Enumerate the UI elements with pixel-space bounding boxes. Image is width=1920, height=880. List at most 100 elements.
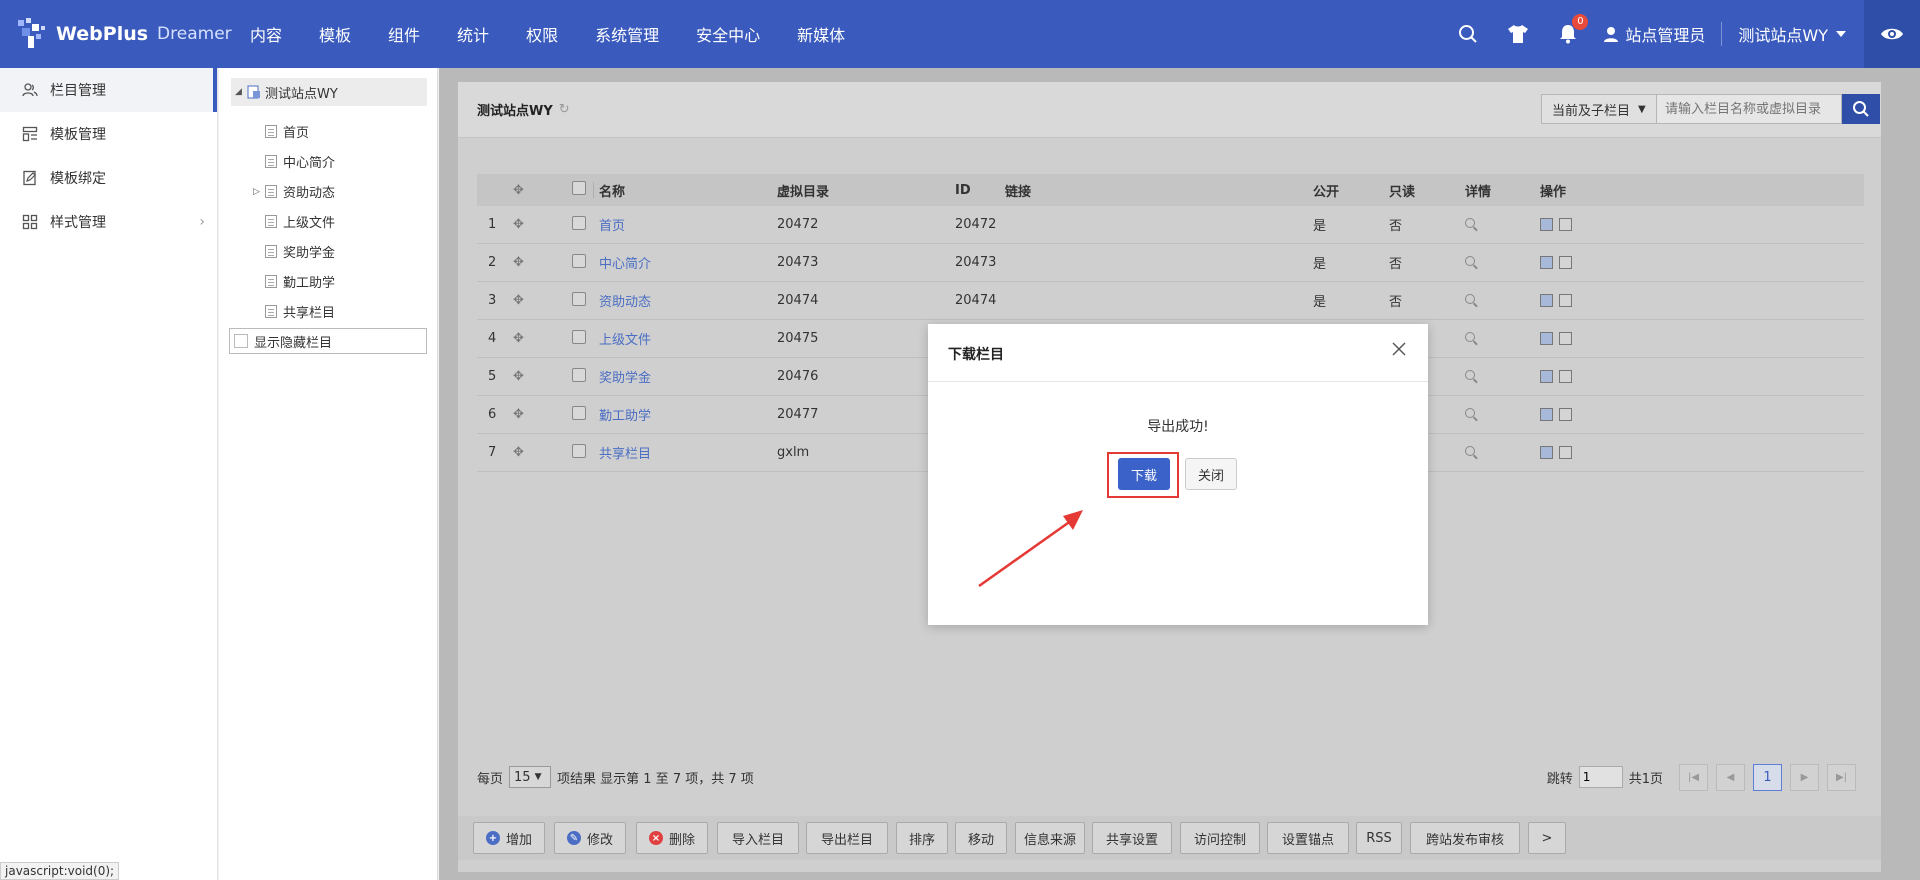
- col-header-public[interactable]: 公开: [1313, 181, 1339, 200]
- drag-all-icon[interactable]: ✥: [513, 183, 533, 198]
- logo[interactable]: WebPlus Dreamer: [0, 0, 240, 68]
- show-hidden-checkbox[interactable]: [234, 334, 248, 348]
- site-selector[interactable]: 测试站点WY: [1738, 22, 1846, 46]
- edit-page-icon[interactable]: [1540, 294, 1553, 307]
- tree-node[interactable]: 上级文件: [265, 212, 335, 231]
- drag-handle-icon[interactable]: ✥: [513, 445, 533, 460]
- detail-magnifier-icon[interactable]: [1465, 255, 1475, 270]
- search-input[interactable]: [1656, 94, 1842, 124]
- tree-node[interactable]: 中心简介: [265, 152, 335, 171]
- column-name-link[interactable]: 上级文件: [599, 329, 651, 348]
- nav-security[interactable]: 安全中心: [696, 22, 760, 46]
- document-icon[interactable]: [1559, 408, 1572, 421]
- nav-stats[interactable]: 统计: [457, 22, 489, 46]
- document-icon[interactable]: [1559, 256, 1572, 269]
- col-header-detail[interactable]: 详情: [1465, 181, 1491, 200]
- nav-system[interactable]: 系统管理: [595, 22, 659, 46]
- tree-collapse-icon[interactable]: ◢: [235, 87, 243, 97]
- col-header-op[interactable]: 操作: [1540, 181, 1566, 200]
- nav-component[interactable]: 组件: [388, 22, 420, 46]
- row-checkbox[interactable]: [572, 253, 590, 272]
- export-columns-button[interactable]: 导出栏目: [806, 822, 888, 854]
- drag-handle-icon[interactable]: ✥: [513, 217, 533, 232]
- import-columns-button[interactable]: 导入栏目: [717, 822, 799, 854]
- search-icon[interactable]: [1456, 22, 1480, 46]
- tree-root[interactable]: ◢ 测试站点WY: [231, 78, 427, 106]
- set-anchor-button[interactable]: 设置锚点: [1267, 822, 1349, 854]
- col-header-name[interactable]: 名称: [599, 181, 625, 200]
- move-button[interactable]: 移动: [955, 822, 1007, 854]
- sidebar-item-column-management[interactable]: 栏目管理: [0, 68, 217, 112]
- share-settings-button[interactable]: 共享设置: [1092, 822, 1172, 854]
- search-button[interactable]: [1842, 94, 1880, 124]
- detail-magnifier-icon[interactable]: [1465, 369, 1475, 384]
- drag-handle-icon[interactable]: ✥: [513, 255, 533, 270]
- tree-node[interactable]: 勤工助学: [265, 272, 335, 291]
- rss-button[interactable]: RSS: [1356, 822, 1402, 854]
- more-actions-button[interactable]: >: [1528, 822, 1566, 854]
- detail-magnifier-icon[interactable]: [1465, 293, 1475, 308]
- refresh-icon[interactable]: ↻: [559, 102, 570, 117]
- sidebar-item-template-management[interactable]: 模板管理: [0, 112, 217, 156]
- drag-handle-icon[interactable]: ✥: [513, 369, 533, 384]
- document-icon[interactable]: [1559, 370, 1572, 383]
- col-header-readonly[interactable]: 只读: [1389, 181, 1415, 200]
- preview-button[interactable]: [1864, 0, 1920, 68]
- delete-button[interactable]: × 删除: [636, 822, 708, 854]
- document-icon[interactable]: [1559, 294, 1572, 307]
- next-page-button[interactable]: ▶: [1790, 763, 1819, 791]
- column-name-link[interactable]: 共享栏目: [599, 443, 651, 462]
- column-name-link[interactable]: 勤工助学: [599, 405, 651, 424]
- edit-page-icon[interactable]: [1540, 446, 1553, 459]
- table-row[interactable]: 1 ✥ 首页 20472 20472 是 否: [477, 206, 1864, 244]
- edit-page-icon[interactable]: [1540, 370, 1553, 383]
- edit-page-icon[interactable]: [1540, 218, 1553, 231]
- access-control-button[interactable]: 访问控制: [1180, 822, 1260, 854]
- table-row[interactable]: 3 ✥ 资助动态 20474 20474 是 否: [477, 282, 1864, 320]
- col-header-link[interactable]: 链接: [1005, 181, 1031, 200]
- last-page-button[interactable]: ▶|: [1827, 763, 1856, 791]
- edit-page-icon[interactable]: [1540, 408, 1553, 421]
- download-button[interactable]: 下载: [1118, 458, 1170, 490]
- detail-magnifier-icon[interactable]: [1465, 217, 1475, 232]
- search-scope-select[interactable]: 当前及子栏目 ▼: [1541, 94, 1657, 124]
- nav-permission[interactable]: 权限: [526, 22, 558, 46]
- column-name-link[interactable]: 首页: [599, 215, 625, 234]
- col-header-vdir[interactable]: 虚拟目录: [777, 181, 829, 200]
- sidebar-item-style-management[interactable]: 样式管理 ›: [0, 200, 217, 244]
- nav-new-media[interactable]: 新媒体: [797, 22, 845, 46]
- nav-content[interactable]: 内容: [250, 22, 282, 46]
- row-checkbox[interactable]: [572, 367, 590, 386]
- edit-button[interactable]: ✎ 修改: [554, 822, 626, 854]
- tree-node[interactable]: ▷ 资助动态: [253, 182, 335, 201]
- document-icon[interactable]: [1559, 218, 1572, 231]
- row-checkbox[interactable]: [572, 443, 590, 462]
- jump-page-input[interactable]: [1578, 766, 1623, 788]
- nav-template[interactable]: 模板: [319, 22, 351, 46]
- detail-magnifier-icon[interactable]: [1465, 331, 1475, 346]
- first-page-button[interactable]: |◀: [1679, 763, 1708, 791]
- col-header-id[interactable]: ID: [955, 183, 971, 198]
- close-icon[interactable]: [1392, 342, 1408, 358]
- drag-handle-icon[interactable]: ✥: [513, 407, 533, 422]
- drag-handle-icon[interactable]: ✥: [513, 331, 533, 346]
- column-name-link[interactable]: 资助动态: [599, 291, 651, 310]
- tree-expand-icon[interactable]: ▷: [253, 187, 261, 197]
- detail-magnifier-icon[interactable]: [1465, 407, 1475, 422]
- info-source-button[interactable]: 信息来源: [1015, 822, 1085, 854]
- tree-node[interactable]: 首页: [265, 122, 309, 141]
- sort-button[interactable]: 排序: [896, 822, 948, 854]
- bell-icon[interactable]: 0: [1556, 14, 1589, 46]
- tshirt-icon[interactable]: [1506, 22, 1530, 46]
- sidebar-item-template-binding[interactable]: 模板绑定: [0, 156, 217, 200]
- document-icon[interactable]: [1559, 446, 1572, 459]
- select-all-checkbox[interactable]: [572, 181, 590, 199]
- page-size-select[interactable]: 15 ▼: [509, 766, 552, 788]
- user-menu[interactable]: 站点管理员: [1603, 22, 1705, 46]
- tree-node[interactable]: 共享栏目: [265, 302, 335, 321]
- add-button[interactable]: + 增加: [473, 822, 545, 854]
- edit-page-icon[interactable]: [1540, 332, 1553, 345]
- drag-handle-icon[interactable]: ✥: [513, 293, 533, 308]
- column-name-link[interactable]: 奖助学金: [599, 367, 651, 386]
- row-checkbox[interactable]: [572, 215, 590, 234]
